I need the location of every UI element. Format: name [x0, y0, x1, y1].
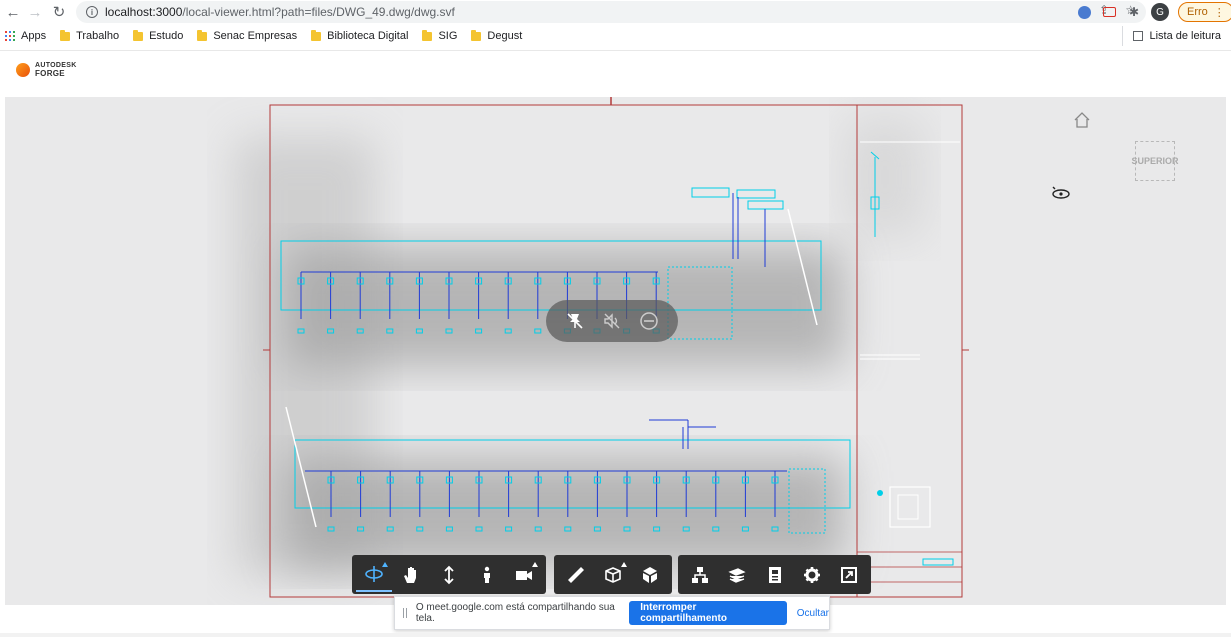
- orbit-tool-button[interactable]: [356, 558, 392, 592]
- bookmark-folder[interactable]: Estudo: [133, 29, 184, 42]
- person-icon: [483, 566, 490, 583]
- bookmark-label: Apps: [21, 30, 47, 42]
- drag-handle-icon[interactable]: [403, 608, 407, 618]
- section-button[interactable]: [595, 558, 630, 592]
- error-label: Erro: [1187, 6, 1208, 18]
- bookmark-folder[interactable]: Trabalho: [60, 29, 120, 42]
- submenu-indicator: [620, 561, 627, 567]
- model-browser-button[interactable]: [682, 558, 717, 592]
- navigation-toolbar: [352, 555, 546, 594]
- hide-banner-button[interactable]: Ocultar: [797, 608, 829, 619]
- forward-icon[interactable]: →: [24, 1, 46, 23]
- submenu-indicator: [531, 561, 538, 567]
- folder-icon: [133, 29, 144, 41]
- folder-icon: [197, 29, 208, 41]
- bookmark-label: Trabalho: [76, 30, 120, 42]
- bookmarks-bar: Apps Trabalho Estudo Senac Empresas Bibl…: [0, 26, 1231, 46]
- orbit-icon: [364, 565, 383, 582]
- viewcube[interactable]: SUPERIOR: [1132, 141, 1179, 181]
- bookmark-folder[interactable]: Degust: [471, 29, 523, 42]
- dwg-drawing: [235, 97, 969, 598]
- url-host: localhost:3000: [105, 5, 183, 19]
- ruler-icon: [567, 566, 584, 583]
- bookmark-label: Biblioteca Digital: [327, 30, 409, 42]
- zoom-tool-button[interactable]: [431, 558, 467, 592]
- reading-list-icon: [1133, 31, 1144, 41]
- folder-icon: [60, 29, 71, 41]
- media-controls-overlay: [546, 300, 678, 342]
- screen-share-banner: O meet.google.com está compartilhando su…: [394, 596, 830, 630]
- reading-list-label: Lista de leitura: [1149, 30, 1221, 42]
- logo-line2: FORGE: [35, 69, 65, 78]
- screen-share-extension-icon[interactable]: [1101, 4, 1117, 20]
- puzzle-extensions-icon[interactable]: ✱: [1126, 4, 1142, 20]
- section-box-icon: [605, 566, 621, 583]
- share-message: O meet.google.com está compartilhando su…: [415, 602, 615, 624]
- first-person-button[interactable]: [469, 558, 505, 592]
- hand-icon: [404, 566, 417, 583]
- bookmark-label: SIG: [438, 30, 458, 42]
- reload-icon[interactable]: ↻: [48, 1, 70, 23]
- folder-icon: [471, 29, 482, 41]
- bookmark-label: Senac Empresas: [213, 30, 298, 42]
- site-info-icon[interactable]: i: [86, 6, 98, 18]
- bookmark-folder[interactable]: SIG: [422, 29, 458, 42]
- layers-icon: [728, 567, 746, 583]
- autodesk-forge-logo: AUTODESK FORGE: [16, 62, 77, 78]
- submenu-indicator: [381, 561, 388, 567]
- folder-icon: [422, 29, 433, 41]
- settings-button[interactable]: [794, 558, 829, 592]
- orbit-cursor-icon: [1052, 186, 1070, 199]
- folder-icon: [311, 29, 322, 41]
- mute-icon[interactable]: [599, 308, 625, 334]
- home-icon[interactable]: [1073, 111, 1091, 129]
- bookmark-folder[interactable]: Biblioteca Digital: [311, 29, 409, 42]
- bottom-divider: [0, 633, 1231, 637]
- profile-avatar[interactable]: G: [1151, 3, 1169, 21]
- explode-button[interactable]: [633, 558, 668, 592]
- bookmark-label: Degust: [487, 30, 523, 42]
- properties-icon: [768, 566, 781, 583]
- extension-icon[interactable]: [1076, 4, 1092, 20]
- app-header: AUTODESK FORGE: [0, 50, 1231, 92]
- zoom-arrows-icon: [444, 565, 454, 584]
- properties-button[interactable]: [757, 558, 792, 592]
- menu-dots-icon: ⋮: [1213, 6, 1225, 19]
- viewcube-face-label: SUPERIOR: [1131, 156, 1179, 166]
- stop-sharing-button[interactable]: Interromper compartilhamento: [629, 601, 787, 625]
- camera-icon: [516, 570, 533, 580]
- pan-tool-button[interactable]: [394, 558, 430, 592]
- hierarchy-icon: [691, 566, 708, 583]
- url-path: /local-viewer.html?path=files/DWG_49.dwg…: [182, 5, 455, 19]
- pin-off-icon[interactable]: [562, 308, 588, 334]
- forge-viewer-canvas[interactable]: SUPERIOR: [5, 97, 1226, 605]
- remove-circle-icon[interactable]: [636, 308, 662, 334]
- settings-toolbar: [678, 555, 871, 594]
- forge-logo-icon: [16, 63, 30, 77]
- apps-grid-icon: [5, 31, 15, 41]
- fullscreen-button[interactable]: [832, 558, 867, 592]
- back-icon[interactable]: ←: [2, 1, 24, 23]
- gear-icon: [803, 566, 820, 583]
- bookmark-apps[interactable]: Apps: [5, 30, 46, 42]
- address-bar[interactable]: i localhost:3000/local-viewer.html?path=…: [76, 1, 1146, 23]
- measure-button[interactable]: [558, 558, 593, 592]
- cube-icon: [643, 566, 658, 583]
- reading-list-button[interactable]: Lista de leitura: [1122, 26, 1221, 46]
- fullscreen-icon: [841, 566, 858, 583]
- measure-toolbar: [554, 555, 672, 594]
- error-button[interactable]: Erro ⋮: [1178, 2, 1231, 22]
- layers-button[interactable]: [719, 558, 754, 592]
- camera-button[interactable]: [506, 558, 542, 592]
- browser-toolbar: ← → ↻ i localhost:3000/local-viewer.html…: [0, 0, 1231, 24]
- bookmark-folder[interactable]: Senac Empresas: [197, 29, 298, 42]
- bookmark-label: Estudo: [149, 30, 184, 42]
